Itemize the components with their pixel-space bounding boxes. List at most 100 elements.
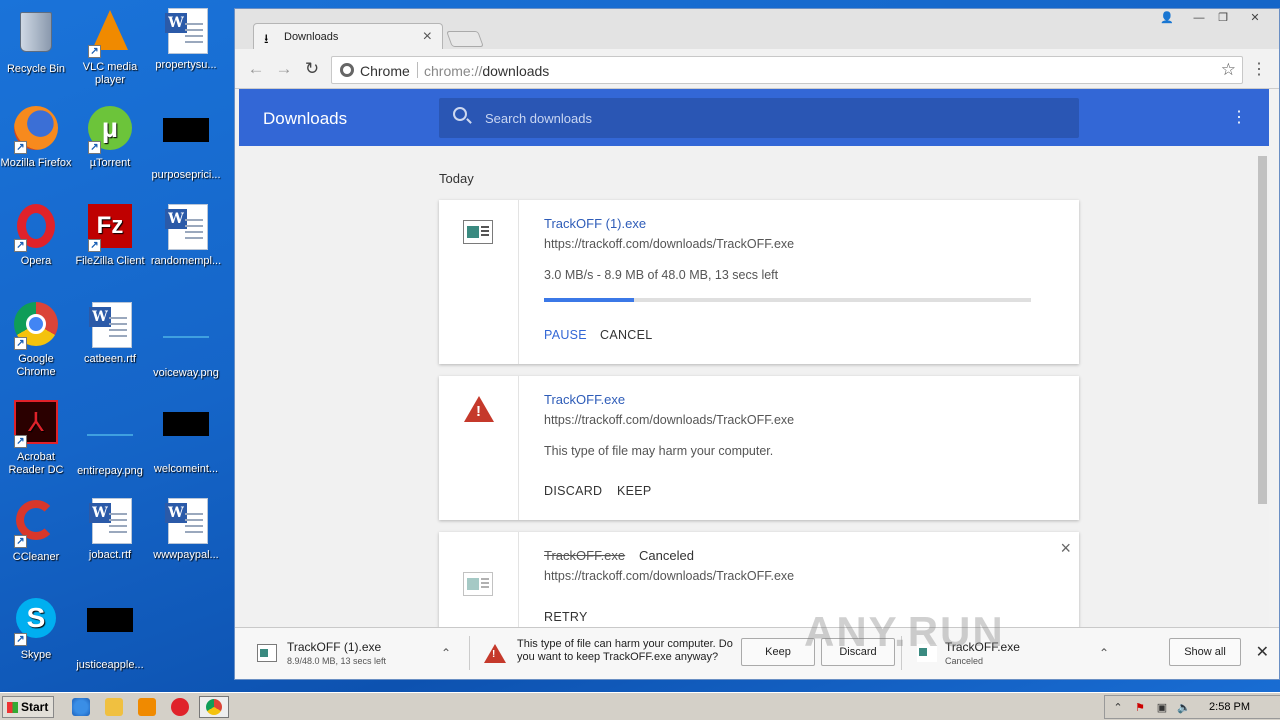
close-tab-icon[interactable]: × bbox=[423, 28, 432, 46]
utorrent-icon: µ ↗ bbox=[86, 106, 134, 154]
desktop-icon-voiceway[interactable]: voiceway.png bbox=[148, 302, 224, 380]
desktop-icon-welcomeint[interactable]: welcomeint... bbox=[148, 400, 224, 476]
action-center-icon[interactable]: ⚑ bbox=[1133, 701, 1147, 715]
restore-button[interactable]: ❐ bbox=[1211, 9, 1235, 29]
desktop-icon-recycle-bin[interactable]: Recycle Bin bbox=[0, 8, 74, 76]
start-button[interactable]: Start bbox=[2, 696, 54, 718]
clock[interactable]: 2:58 PM bbox=[1209, 701, 1250, 713]
file-explorer-icon[interactable] bbox=[105, 698, 123, 716]
desktop-icon-justiceapple[interactable]: justiceapple... bbox=[72, 596, 148, 672]
downloads-page: Downloads Search downloads ⋮ Today Track… bbox=[239, 89, 1269, 627]
desktop-icon-entirepay[interactable]: entirepay.png bbox=[72, 400, 148, 478]
back-button[interactable]: ← bbox=[245, 59, 267, 79]
chevron-up-icon[interactable]: ⌃ bbox=[441, 646, 451, 660]
chrome-icon bbox=[206, 699, 222, 715]
desktop-icon-filezilla[interactable]: Fz ↗ FileZilla Client bbox=[72, 204, 148, 268]
taskbar-chrome-button[interactable] bbox=[199, 696, 229, 718]
download-url[interactable]: https://trackoff.com/downloads/TrackOFF.… bbox=[544, 413, 794, 427]
keep-button[interactable]: KEEP bbox=[617, 484, 652, 498]
system-tray: ⌃ ⚑ ▣ 🔈 2:58 PM bbox=[1104, 695, 1280, 719]
download-url[interactable]: https://trackoff.com/downloads/TrackOFF.… bbox=[544, 237, 794, 251]
desktop: Recycle Bin ↗ VLC media player W propert… bbox=[0, 0, 236, 692]
tab-downloads[interactable]: ⭳ Downloads × bbox=[253, 23, 443, 51]
desktop-icon-utorrent[interactable]: µ ↗ µTorrent bbox=[72, 106, 148, 170]
search-downloads-input[interactable]: Search downloads bbox=[439, 98, 1079, 138]
redacted-thumbnail-icon bbox=[162, 412, 210, 460]
chrome-menu-icon[interactable]: ⋮ bbox=[1251, 59, 1267, 79]
download-shelf: TrackOFF (1).exe 8.9/48.0 MB, 13 secs le… bbox=[235, 627, 1279, 679]
page-scrollbar[interactable] bbox=[1255, 146, 1269, 627]
desktop-icon-catbeen[interactable]: W catbeen.rtf bbox=[72, 302, 148, 366]
desktop-icon-opera[interactable]: ↗ Opera bbox=[0, 204, 74, 268]
show-all-button[interactable]: Show all bbox=[1169, 638, 1241, 666]
firefox-icon: ↗ bbox=[12, 106, 60, 154]
redacted-thumbnail-icon bbox=[162, 118, 210, 166]
word-document-icon: W bbox=[162, 8, 210, 56]
desktop-icon-acrobat[interactable]: ⅄ ↗ Acrobat Reader DC bbox=[0, 400, 74, 477]
close-shelf-icon[interactable]: ✕ bbox=[1256, 642, 1269, 662]
desktop-icon-ccleaner[interactable]: ↗ CCleaner bbox=[0, 498, 74, 564]
download-filename[interactable]: TrackOFF.exe bbox=[544, 392, 625, 407]
new-tab-button[interactable] bbox=[446, 31, 484, 47]
acrobat-icon: ⅄ ↗ bbox=[12, 400, 60, 448]
word-document-icon: W bbox=[162, 498, 210, 546]
minimize-button[interactable]: — bbox=[1187, 9, 1211, 29]
desktop-icon-firefox[interactable]: ↗ Mozilla Firefox bbox=[0, 106, 74, 170]
omnibox-separator bbox=[417, 62, 418, 78]
shelf-item-name[interactable]: TrackOFF (1).exe bbox=[287, 640, 381, 654]
profile-icon[interactable]: 👤 bbox=[1155, 9, 1179, 29]
desktop-icon-randomempl[interactable]: W randomempl... bbox=[148, 204, 224, 268]
more-actions-icon[interactable]: ⋮ bbox=[1231, 107, 1247, 127]
download-url[interactable]: https://trackoff.com/downloads/TrackOFF.… bbox=[544, 569, 794, 583]
browser-toolbar: ← → ↻ Chrome chrome://downloads ☆ ⋮ bbox=[235, 49, 1279, 89]
danger-warning-text: This type of file may harm your computer… bbox=[544, 444, 774, 458]
reload-button[interactable]: ↻ bbox=[301, 59, 323, 79]
redacted-thumbnail-icon bbox=[86, 608, 134, 656]
pause-button[interactable]: PAUSE bbox=[544, 328, 587, 342]
progress-fill bbox=[544, 298, 635, 302]
downloads-header: Downloads Search downloads ⋮ bbox=[239, 89, 1269, 146]
remove-from-list-icon[interactable]: × bbox=[1060, 538, 1071, 559]
png-thumbnail-icon bbox=[162, 316, 210, 364]
bookmark-star-icon[interactable]: ☆ bbox=[1221, 60, 1236, 80]
show-hidden-icons-icon[interactable]: ⌃ bbox=[1111, 701, 1125, 715]
desktop-icon-propertysu[interactable]: W propertysu... bbox=[148, 8, 224, 72]
network-icon[interactable]: ▣ bbox=[1155, 701, 1169, 715]
download-filename: TrackOFF.exe bbox=[544, 548, 626, 563]
retry-button[interactable]: RETRY bbox=[544, 610, 588, 624]
desktop-icon-chrome[interactable]: ↗ Google Chrome bbox=[0, 302, 74, 379]
desktop-icon-purposeprici[interactable]: purposeprici... bbox=[148, 106, 224, 182]
desktop-icon-jobact[interactable]: W jobact.rtf bbox=[72, 498, 148, 562]
warning-icon: ! bbox=[484, 644, 506, 663]
scrollbar-thumb[interactable] bbox=[1258, 156, 1267, 504]
download-status: 3.0 MB/s - 8.9 MB of 48.0 MB, 13 secs le… bbox=[544, 268, 779, 282]
omnibox-url[interactable]: chrome://downloads bbox=[424, 63, 549, 79]
close-window-button[interactable]: ✕ bbox=[1243, 9, 1267, 29]
desktop-icon-vlc[interactable]: ↗ VLC media player bbox=[72, 8, 148, 87]
internet-explorer-icon[interactable] bbox=[72, 698, 90, 716]
chevron-up-icon[interactable]: ⌃ bbox=[1099, 646, 1109, 660]
executable-file-icon bbox=[463, 572, 495, 598]
opera-icon[interactable] bbox=[171, 698, 189, 716]
forward-button[interactable]: → bbox=[273, 59, 295, 79]
download-card-dangerous: ! TrackOFF.exe https://trackoff.com/down… bbox=[439, 376, 1079, 520]
volume-icon[interactable]: 🔈 bbox=[1177, 701, 1191, 715]
cancel-button[interactable]: CANCEL bbox=[600, 328, 653, 342]
discard-button[interactable]: DISCARD bbox=[544, 484, 602, 498]
download-card-in-progress: TrackOFF (1).exe https://trackoff.com/do… bbox=[439, 200, 1079, 364]
download-state: Canceled bbox=[639, 548, 694, 563]
desktop-icon-skype[interactable]: S ↗ Skype bbox=[0, 596, 74, 662]
ccleaner-icon: ↗ bbox=[12, 500, 60, 548]
chrome-page-icon bbox=[340, 63, 354, 77]
shelf-item-state: Canceled bbox=[945, 656, 984, 666]
search-icon bbox=[453, 107, 467, 121]
desktop-icon-wwwpaypal[interactable]: W wwwpaypal... bbox=[148, 498, 224, 562]
section-label: Today bbox=[439, 171, 474, 186]
download-filename[interactable]: TrackOFF (1).exe bbox=[544, 216, 646, 231]
word-document-icon: W bbox=[162, 204, 210, 252]
shelf-warning-text: This type of file can harm your computer… bbox=[517, 638, 733, 663]
media-player-icon[interactable] bbox=[138, 698, 156, 716]
png-thumbnail-icon bbox=[86, 414, 134, 462]
omnibox[interactable]: Chrome chrome://downloads ☆ bbox=[331, 56, 1243, 84]
executable-file-icon bbox=[463, 220, 495, 246]
